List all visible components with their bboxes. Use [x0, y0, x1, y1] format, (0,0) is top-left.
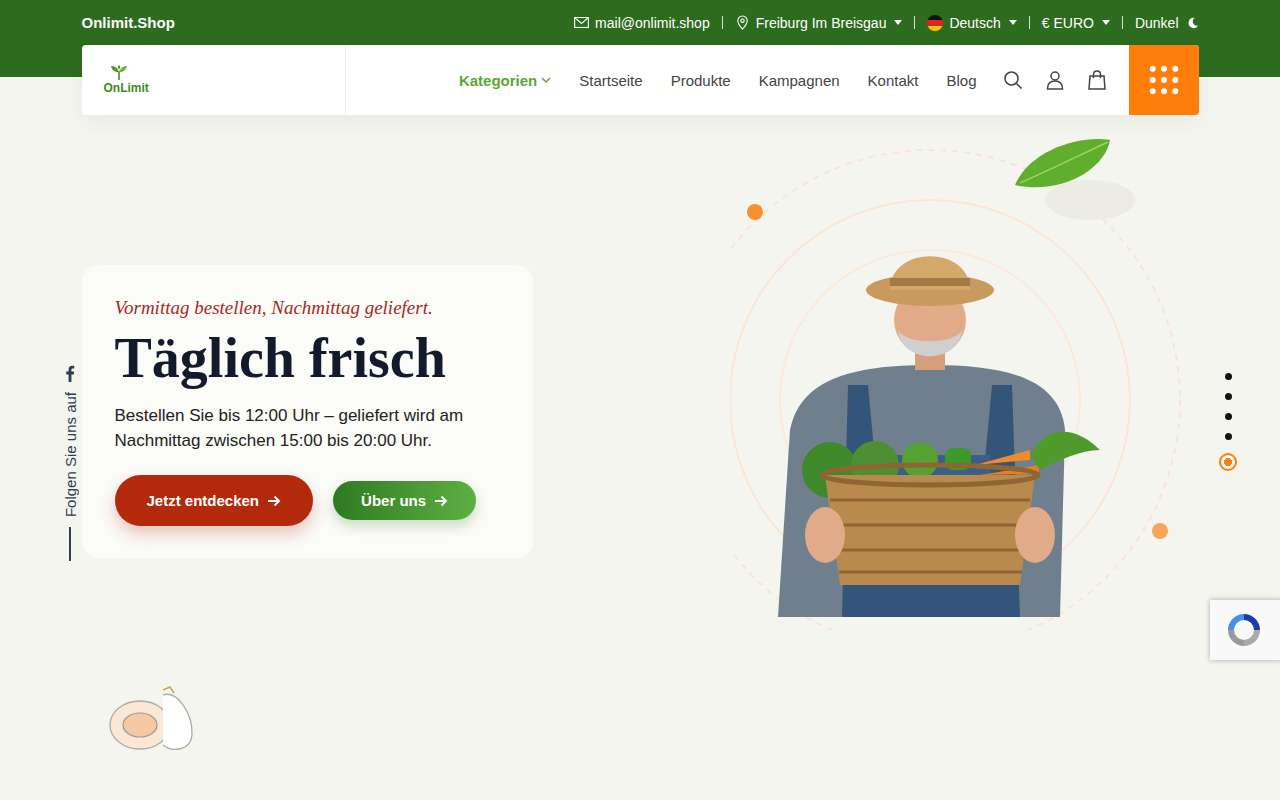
- hero-title: Täglich frisch: [115, 325, 500, 391]
- separator: [722, 16, 723, 29]
- location-selector[interactable]: Freiburg Im Breisgau: [735, 15, 903, 31]
- nav-item[interactable]: Startseite: [579, 72, 642, 89]
- moon-icon: [1187, 17, 1199, 29]
- recaptcha-badge[interactable]: [1210, 600, 1280, 660]
- arrow-right-icon: [267, 495, 281, 507]
- brand-link[interactable]: Onlimit.Shop: [82, 14, 175, 31]
- account-icon[interactable]: [1045, 70, 1065, 90]
- chevron-down-icon: [541, 77, 551, 83]
- caret-icon: [894, 20, 902, 25]
- hero-card: Vormittag bestellen, Nachmittag geliefer…: [82, 265, 533, 558]
- main-nav: Kategorien Startseite Produkte Kampagnen…: [346, 45, 977, 115]
- german-flag-icon: [927, 15, 943, 31]
- nav-item[interactable]: Kategorien: [459, 72, 551, 89]
- nav-item[interactable]: Kontakt: [868, 72, 919, 89]
- avocado-sketch-icon: [108, 685, 198, 755]
- recaptcha-icon: [1224, 610, 1264, 650]
- hero-section: Folgen Sie uns auf Vormittag bestellen, N…: [0, 115, 1280, 800]
- sprout-icon: [108, 65, 130, 81]
- caret-icon: [1009, 20, 1017, 25]
- arrow-right-icon: [434, 495, 448, 507]
- social-line: [69, 527, 71, 561]
- slide-dot[interactable]: [1225, 373, 1232, 380]
- social-label: Folgen Sie uns auf: [62, 392, 79, 517]
- email-link[interactable]: mail@onlimit.shop: [574, 15, 710, 31]
- logo[interactable]: OnLimit: [82, 45, 346, 115]
- hero-text: Bestellen Sie bis 12:00 Uhr – geliefert …: [115, 403, 500, 453]
- nav-item[interactable]: Kampagnen: [759, 72, 840, 89]
- slide-dot[interactable]: [1225, 433, 1232, 440]
- envelope-icon: [574, 15, 589, 30]
- separator: [914, 16, 915, 29]
- page: Onlimit.Shop mail@onlimit.shop Freiburg …: [0, 0, 1280, 800]
- slide-dot[interactable]: [1219, 453, 1237, 471]
- language-selector[interactable]: Deutsch: [927, 15, 1016, 31]
- slide-dot[interactable]: [1225, 413, 1232, 420]
- facebook-icon[interactable]: [65, 365, 75, 382]
- top-bar: Onlimit.Shop mail@onlimit.shop Freiburg …: [82, 0, 1199, 45]
- nav-item[interactable]: Produkte: [671, 72, 731, 89]
- main-header: OnLimitKategorien Startseite Produkte Ka…: [82, 45, 1199, 115]
- currency-selector[interactable]: € EURO: [1042, 15, 1110, 31]
- menu-grid-button[interactable]: [1129, 45, 1199, 115]
- separator: [1029, 16, 1030, 29]
- cart-bag-icon[interactable]: [1087, 70, 1107, 90]
- slide-dot[interactable]: [1225, 393, 1232, 400]
- separator: [1122, 16, 1123, 29]
- social-sidebar: Folgen Sie uns auf: [60, 365, 80, 561]
- grid-dots-icon: [1149, 65, 1179, 95]
- slider-pagination: [1219, 373, 1237, 471]
- caret-icon: [1102, 20, 1110, 25]
- hero-tagline: Vormittag bestellen, Nachmittag geliefer…: [115, 297, 500, 319]
- secondary-button[interactable]: Über uns: [333, 481, 476, 520]
- nav-item[interactable]: Blog: [946, 72, 976, 89]
- hero-farmer-image: [730, 130, 1200, 630]
- location-pin-icon: [735, 15, 750, 30]
- primary-button[interactable]: Jetzt entdecken: [115, 475, 314, 526]
- search-icon[interactable]: [1003, 70, 1023, 90]
- theme-toggle[interactable]: Dunkel: [1135, 15, 1199, 31]
